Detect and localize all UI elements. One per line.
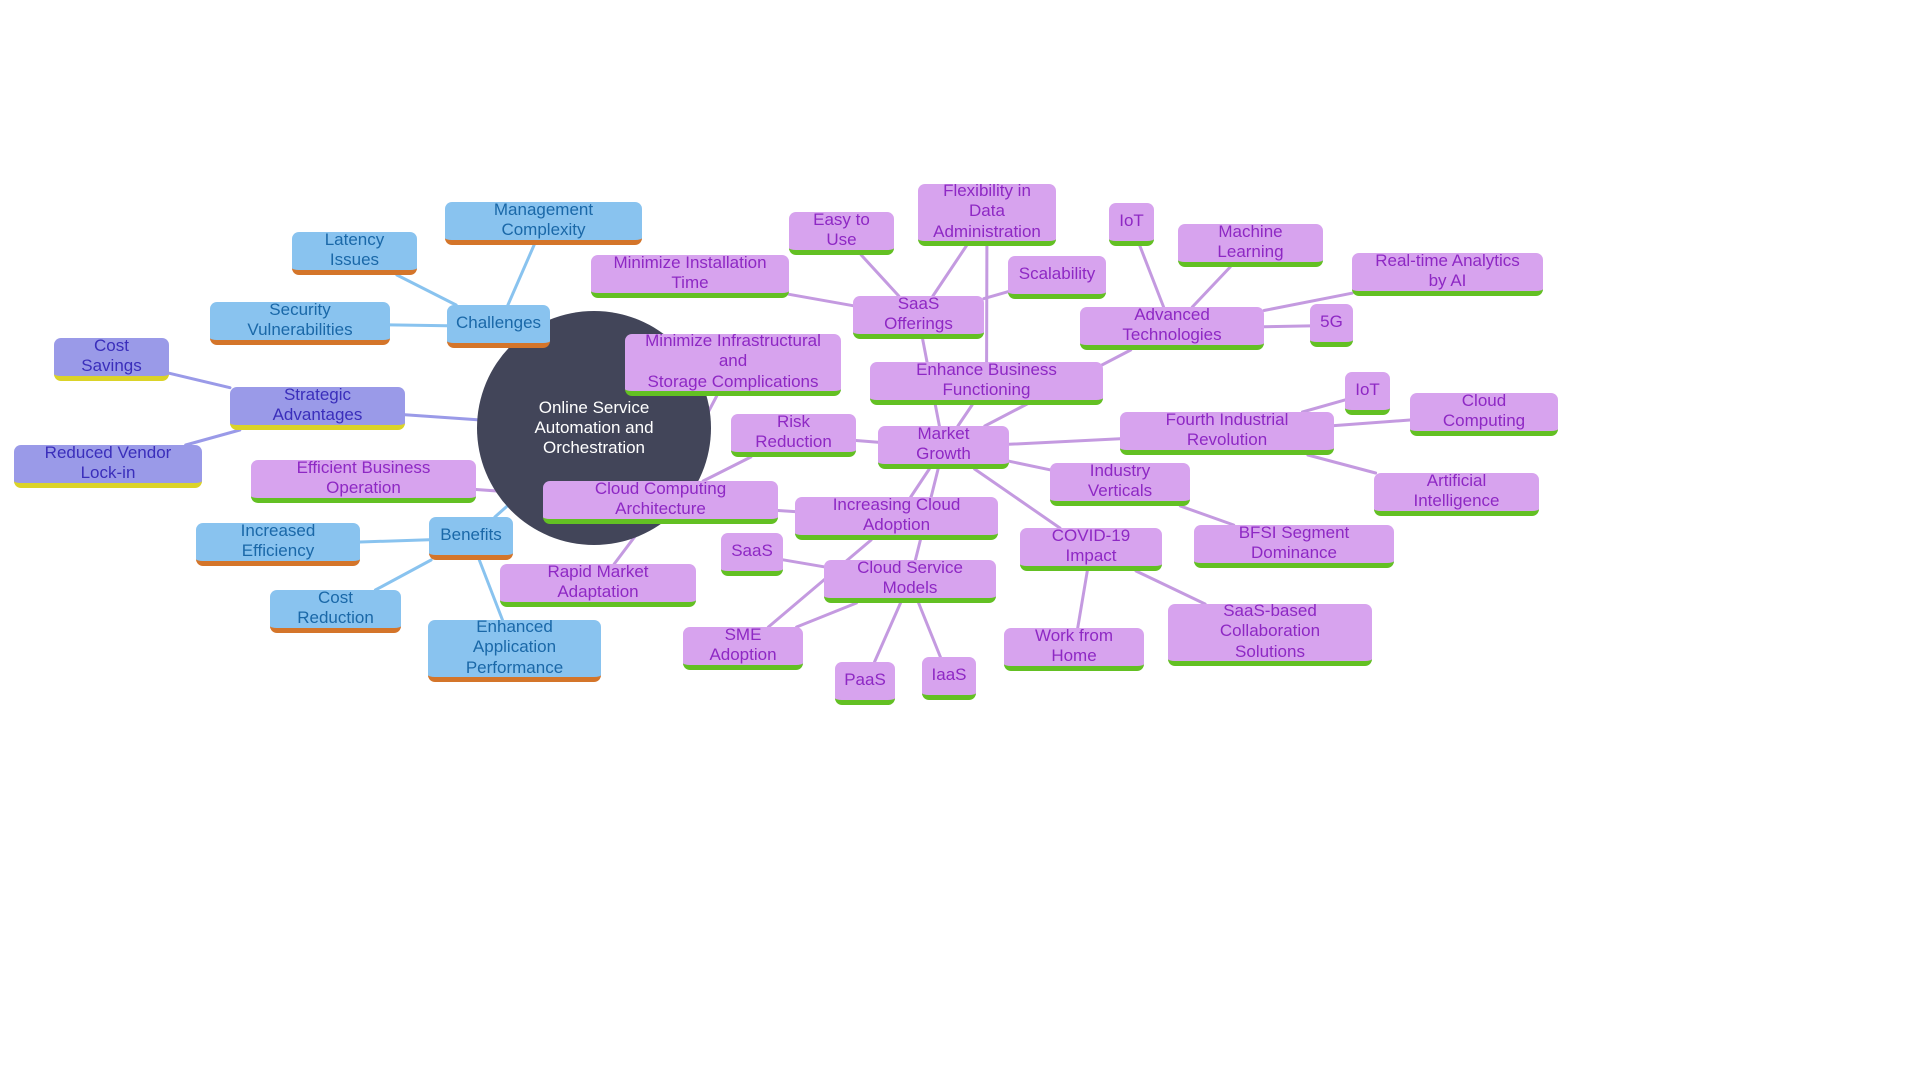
- topic-node-easyuse[interactable]: Easy to Use: [789, 210, 894, 255]
- edge-saasoffer-to-mininstall: [787, 292, 855, 308]
- topic-node-riskred[interactable]: Risk Reduction: [731, 412, 856, 457]
- topic-node-iaas[interactable]: IaaS: [922, 657, 976, 700]
- topic-node-ml[interactable]: Machine Learning: [1178, 222, 1323, 267]
- topic-node-fiveg[interactable]: 5G: [1310, 304, 1353, 347]
- edge-challenges-to-mgmtcomplex: [506, 243, 536, 307]
- topic-node-advtech[interactable]: Advanced Technologies: [1080, 305, 1264, 350]
- topic-node-mininfra[interactable]: Minimize Infrastructural and Storage Com…: [625, 331, 841, 396]
- topic-node-cloudarch[interactable]: Cloud Computing Architecture: [543, 479, 778, 524]
- topic-node-incrcloud[interactable]: Increasing Cloud Adoption: [795, 495, 998, 540]
- topic-node-enhbusfunc[interactable]: Enhance Business Functioning: [870, 360, 1103, 405]
- topic-node-bfsi[interactable]: BFSI Segment Dominance: [1194, 523, 1394, 568]
- edge-advtech-to-iot1: [1138, 244, 1166, 309]
- topic-node-mininstall[interactable]: Minimize Installation Time: [591, 253, 789, 298]
- topic-node-rtanalytics[interactable]: Real-time Analytics by AI: [1352, 251, 1543, 296]
- edge-benefits-to-costred: [373, 558, 433, 592]
- topic-node-saasoffer[interactable]: SaaS Offerings: [853, 294, 984, 339]
- edge-mktgrowth-to-riskred: [854, 439, 880, 444]
- edge-advtech-to-fiveg: [1262, 324, 1312, 329]
- topic-node-challenges[interactable]: Challenges: [447, 305, 550, 348]
- edge-advtech-to-ml: [1190, 265, 1232, 309]
- edge-mktgrowth-to-incrcloud: [909, 467, 931, 499]
- topic-node-effbus[interactable]: Efficient Business Operation: [251, 458, 476, 503]
- topic-node-mktgrowth[interactable]: Market Growth: [878, 424, 1009, 469]
- topic-node-latency[interactable]: Latency Issues: [292, 230, 417, 275]
- edge-root-to-strategic: [403, 413, 479, 422]
- topic-node-flexdata[interactable]: Flexibility in Data Administration: [918, 181, 1056, 246]
- edge-challenges-to-security: [388, 323, 449, 328]
- edge-covid-to-saascollab: [1134, 569, 1207, 606]
- mindmap-canvas: Online Service Automation and Orchestrat…: [0, 0, 1920, 1080]
- edge-fourthir-to-ai: [1306, 453, 1378, 475]
- edge-root-to-benefits: [493, 504, 509, 519]
- topic-node-covid[interactable]: COVID-19 Impact: [1020, 526, 1162, 571]
- edge-cloudmodels-to-saas: [781, 558, 826, 569]
- topic-node-scalability[interactable]: Scalability: [1008, 256, 1106, 299]
- topic-node-paas[interactable]: PaaS: [835, 662, 895, 705]
- edge-cloudarch-to-incrcloud: [776, 509, 797, 514]
- edge-challenges-to-latency: [395, 273, 458, 307]
- edge-saasoffer-to-flexdata: [931, 244, 968, 298]
- topic-node-rapidmkt[interactable]: Rapid Market Adaptation: [500, 562, 696, 607]
- topic-node-sme[interactable]: SME Adoption: [683, 625, 803, 670]
- topic-node-ai[interactable]: Artificial Intelligence: [1374, 471, 1539, 516]
- edge-strategic-to-vendorlock: [184, 428, 242, 447]
- edge-strategic-to-costsavings: [167, 371, 232, 390]
- topic-node-iot2[interactable]: IoT: [1345, 372, 1390, 415]
- topic-node-saas[interactable]: SaaS: [721, 533, 783, 576]
- edge-cloudarch-to-riskred: [701, 455, 753, 483]
- topic-node-cloudmodels[interactable]: Cloud Service Models: [824, 558, 996, 603]
- edge-cloudmodels-to-paas: [873, 601, 902, 664]
- topic-node-costsavings[interactable]: Cost Savings: [54, 336, 169, 381]
- topic-node-saascollab[interactable]: SaaS-based Collaboration Solutions: [1168, 601, 1372, 666]
- topic-node-indverticals[interactable]: Industry Verticals: [1050, 461, 1190, 506]
- edge-benefits-to-increff: [358, 538, 431, 544]
- edge-fourthir-to-cloudcomp: [1332, 418, 1412, 428]
- topic-node-increff[interactable]: Increased Efficiency: [196, 521, 360, 566]
- topic-node-vendorlock[interactable]: Reduced Vendor Lock-in: [14, 443, 202, 488]
- topic-node-costred[interactable]: Cost Reduction: [270, 588, 401, 633]
- edge-cloudmodels-to-iaas: [917, 601, 942, 659]
- edge-saasoffer-to-scalability: [982, 290, 1010, 301]
- edge-saasoffer-to-easyuse: [859, 253, 901, 298]
- edge-mktgrowth-to-indverticals: [1007, 459, 1052, 472]
- edge-cloudmodels-to-sme: [795, 601, 858, 629]
- topic-node-mgmtcomplex[interactable]: Management Complexity: [445, 200, 642, 245]
- topic-node-security[interactable]: Security Vulnerabilities: [210, 300, 390, 345]
- topic-node-strategic[interactable]: Strategic Advantages: [230, 385, 405, 430]
- topic-node-enhapp[interactable]: Enhanced Application Performance: [428, 617, 601, 682]
- topic-node-iot1[interactable]: IoT: [1109, 203, 1154, 246]
- topic-node-fourthir[interactable]: Fourth Industrial Revolution: [1120, 410, 1334, 455]
- topic-node-wfh[interactable]: Work from Home: [1004, 626, 1144, 671]
- topic-node-benefits[interactable]: Benefits: [429, 517, 513, 560]
- edge-mktgrowth-to-fourthir: [1007, 437, 1122, 446]
- topic-node-cloudcomp[interactable]: Cloud Computing: [1410, 391, 1558, 436]
- edge-covid-to-wfh: [1076, 569, 1089, 630]
- edge-mktgrowth-to-enhbusfunc: [956, 403, 974, 428]
